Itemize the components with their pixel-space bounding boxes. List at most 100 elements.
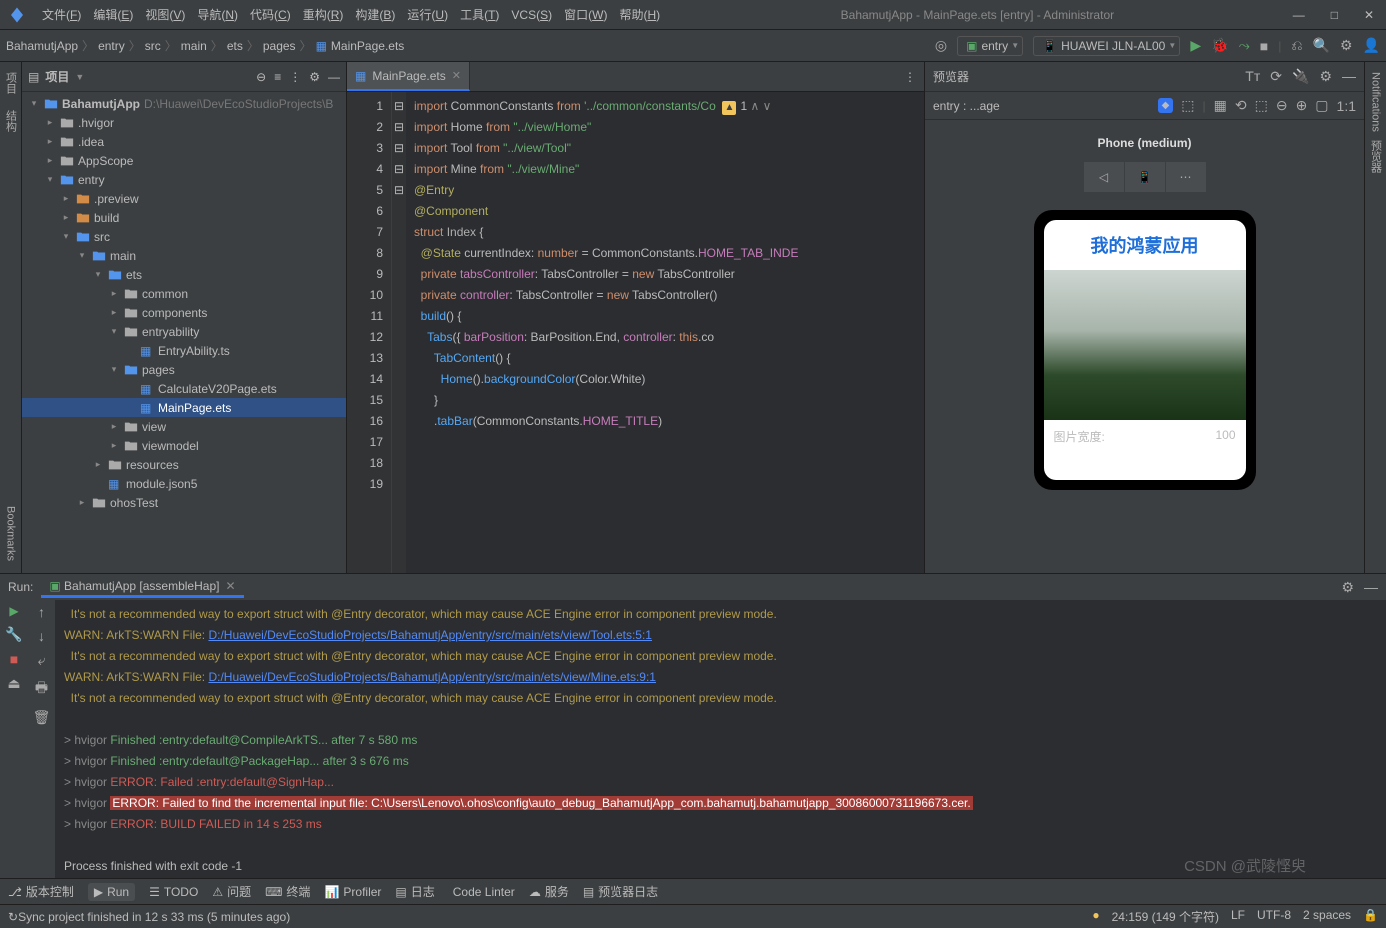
tree-item[interactable]: ▾main <box>22 246 346 265</box>
tree-item[interactable]: ▾src <box>22 227 346 246</box>
breadcrumb-item[interactable]: pages <box>263 39 296 53</box>
close-button[interactable]: ✕ <box>1360 8 1378 22</box>
tree-item[interactable]: ▾pages <box>22 360 346 379</box>
layers-icon[interactable]: ⬚ <box>1181 97 1194 114</box>
collapse-all-icon[interactable]: ⋮ <box>289 70 301 84</box>
tree-item[interactable]: ▸view <box>22 417 346 436</box>
print-icon[interactable]: 🖶 <box>35 677 48 701</box>
tree-item[interactable]: ▸ohosTest <box>22 493 346 512</box>
wrench-icon[interactable]: 🔧 <box>5 626 22 643</box>
coverage-button[interactable]: ⤳ <box>1239 37 1250 54</box>
fold-column[interactable]: ⊟ ⊟ ⊟⊟⊟ <box>392 92 406 573</box>
bottom-tool-问题[interactable]: ⚠问题 <box>212 883 251 900</box>
run-button[interactable]: ▶ <box>1190 37 1201 54</box>
git-icon[interactable]: ⎌ <box>1291 37 1302 54</box>
breadcrumb-item[interactable]: src <box>145 39 161 53</box>
hide-panel-icon[interactable]: — <box>328 70 340 84</box>
phone-more-button[interactable]: ⋯ <box>1166 162 1206 192</box>
editor-more-icon[interactable]: ⋮ <box>904 70 916 84</box>
menu-item[interactable]: 构建(B) <box>349 6 401 24</box>
tree-item[interactable]: ▾entryability <box>22 322 346 341</box>
menu-item[interactable]: 编辑(E) <box>87 6 139 24</box>
structure-tool-tab[interactable]: 结构 <box>3 106 19 136</box>
console-output[interactable]: It's not a recommended way to export str… <box>56 600 1386 878</box>
editor-tab[interactable]: ▦ MainPage.ets ✕ <box>347 62 470 91</box>
breadcrumb-item[interactable]: MainPage.ets <box>331 39 404 53</box>
trash-icon[interactable]: 🗑 <box>33 709 51 726</box>
menu-item[interactable]: VCS(S) <box>505 6 558 24</box>
maximize-button[interactable]: □ <box>1327 8 1342 22</box>
menu-item[interactable]: 工具(T) <box>454 6 505 24</box>
rerun-icon[interactable]: ▶ <box>9 604 18 618</box>
breadcrumb-item[interactable]: main <box>181 39 207 53</box>
stop-icon[interactable]: ■ <box>10 651 18 667</box>
bottom-tool-TODO[interactable]: ☰TODO <box>149 885 198 899</box>
hide-preview-icon[interactable]: — <box>1342 68 1356 85</box>
tree-item[interactable]: ▦EntryAbility.ts <box>22 341 346 360</box>
bottom-tool-日志[interactable]: ▤日志 <box>395 883 434 900</box>
phone-rotate-button[interactable]: 📱 <box>1125 162 1165 192</box>
refresh-icon[interactable]: ⟳ <box>1270 68 1282 85</box>
font-icon[interactable]: Tт <box>1245 68 1260 85</box>
menu-item[interactable]: 导航(N) <box>191 6 244 24</box>
rotate-icon[interactable]: ⟲ <box>1235 97 1247 114</box>
breadcrumb-item[interactable]: entry <box>98 39 125 53</box>
search-icon[interactable]: 🔍 <box>1313 37 1330 54</box>
stop-button[interactable]: ■ <box>1260 38 1268 54</box>
tree-item[interactable]: ▸.preview <box>22 189 346 208</box>
tree-item[interactable]: ▸viewmodel <box>22 436 346 455</box>
target-icon[interactable]: ◎ <box>935 37 947 54</box>
breadcrumb[interactable]: BahamutjApp〉entry〉src〉main〉ets〉pages〉▦ M… <box>6 37 404 54</box>
readonly-icon[interactable]: 🔒 <box>1363 908 1378 925</box>
warning-icon[interactable]: ▲ <box>722 101 736 115</box>
tree-item[interactable]: ▸.idea <box>22 132 346 151</box>
menu-item[interactable]: 视图(V) <box>139 6 191 24</box>
bottom-tool-Run[interactable]: ▶Run <box>88 883 135 901</box>
breadcrumb-item[interactable]: ets <box>227 39 243 53</box>
zoomin-icon[interactable]: ⊕ <box>1296 97 1308 114</box>
zoomout-icon[interactable]: ⊖ <box>1276 97 1288 114</box>
run-settings-icon[interactable]: ⚙ <box>1341 579 1354 596</box>
debug-button[interactable]: 🐞 <box>1211 37 1228 54</box>
preview-tab[interactable]: 预览器 <box>1368 136 1384 177</box>
bookmarks-tool-tab[interactable]: Bookmarks <box>5 502 17 565</box>
breadcrumb-item[interactable]: BahamutjApp <box>6 39 78 53</box>
device-selector[interactable]: 📱HUAWEI JLN-AL00▼ <box>1033 36 1180 56</box>
exit-icon[interactable]: ⏏ <box>7 675 20 692</box>
down-icon[interactable]: ↓ <box>38 628 45 644</box>
select-opened-icon[interactable]: ⊖ <box>256 70 266 84</box>
run-hide-icon[interactable]: — <box>1364 579 1378 596</box>
settings-icon[interactable]: ⚙ <box>1340 37 1353 54</box>
up-icon[interactable]: ↑ <box>38 604 45 620</box>
module-selector[interactable]: ▣entry▼ <box>957 36 1023 56</box>
preview-settings-icon[interactable]: ⚙ <box>1319 68 1332 85</box>
menu-item[interactable]: 重构(R) <box>297 6 350 24</box>
tree-item[interactable]: ▸AppScope <box>22 151 346 170</box>
tree-item[interactable]: ▸.hvigor <box>22 113 346 132</box>
bottom-tool-Profiler[interactable]: 📊Profiler <box>324 885 381 899</box>
af1-icon[interactable]: ⬚ <box>1255 97 1268 114</box>
tab-close-icon[interactable]: ✕ <box>452 69 461 82</box>
bottom-tool-预览器日志[interactable]: ▤预览器日志 <box>583 883 658 900</box>
fit-icon[interactable]: ▢ <box>1315 97 1328 114</box>
grid-icon[interactable]: ▦ <box>1214 97 1227 114</box>
tree-item[interactable]: ▸common <box>22 284 346 303</box>
bottom-tool-服务[interactable]: ☁服务 <box>529 883 569 900</box>
tree-item[interactable]: ▸build <box>22 208 346 227</box>
bottom-tool-终端[interactable]: ⌨终端 <box>265 883 310 900</box>
account-icon[interactable]: 👤 <box>1363 37 1380 54</box>
panel-settings-icon[interactable]: ⚙ <box>309 70 320 84</box>
tree-item[interactable]: ▦module.json5 <box>22 474 346 493</box>
tree-root[interactable]: ▾BahamutjApp D:\Huawei\DevEcoStudioProje… <box>22 94 346 113</box>
tree-item[interactable]: ▾entry <box>22 170 346 189</box>
code-area[interactable]: 12345678910111213141516171819 ⊟ ⊟ ⊟⊟⊟ im… <box>347 92 924 573</box>
tree-item[interactable]: ▸components <box>22 303 346 322</box>
phone-back-button[interactable]: ◁ <box>1084 162 1124 192</box>
tree-item[interactable]: ▦MainPage.ets <box>22 398 346 417</box>
project-tree[interactable]: ▾BahamutjApp D:\Huawei\DevEcoStudioProje… <box>22 92 346 573</box>
tree-item[interactable]: ▦CalculateV20Page.ets <box>22 379 346 398</box>
tree-item[interactable]: ▾ets <box>22 265 346 284</box>
notifications-tab[interactable]: Notifications <box>1370 68 1382 136</box>
menu-item[interactable]: 代码(C) <box>244 6 297 24</box>
wrap-icon[interactable]: ⤶ <box>38 652 46 669</box>
